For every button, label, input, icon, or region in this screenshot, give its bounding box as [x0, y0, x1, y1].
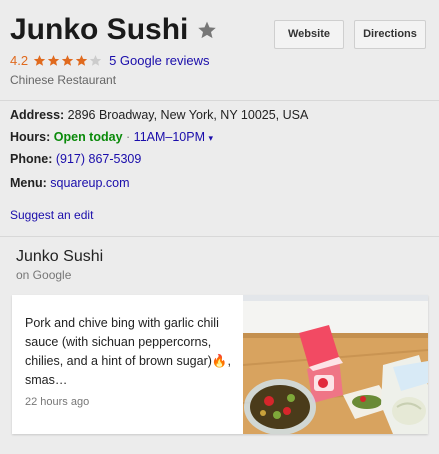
hours-label: Hours: — [10, 130, 51, 144]
star-empty-icon — [89, 55, 102, 66]
business-category: Chinese Restaurant — [10, 73, 117, 87]
menu-label: Menu: — [10, 176, 47, 190]
star-icon — [61, 55, 74, 66]
post-time: 22 hours ago — [25, 396, 90, 408]
star-icon — [33, 55, 46, 66]
menu-link[interactable]: squareup.com — [50, 176, 129, 190]
post-text: Pork and chive bing with garlic chili sa… — [25, 316, 231, 387]
rating-row: 4.2 5 Google reviews — [10, 53, 210, 68]
phone-label: Phone: — [10, 152, 53, 166]
title-row: Junko Sushi — [10, 12, 217, 48]
website-button[interactable]: Website — [274, 20, 344, 49]
hours-value: 11AM–10PM — [133, 130, 206, 144]
suggest-edit-link[interactable]: Suggest an edit — [10, 208, 93, 222]
post-source-title: Junko Sushi — [16, 248, 104, 265]
menu-row: Menu: squareup.com — [10, 176, 130, 190]
star-icon — [75, 55, 88, 66]
reviews-link[interactable]: 5 Google reviews — [109, 53, 209, 68]
phone-row: Phone: (917) 867-5309 — [10, 152, 141, 166]
phone-link[interactable]: (917) 867-5309 — [56, 152, 141, 166]
google-post-card[interactable]: Pork and chive bing with garlic chili sa… — [12, 295, 428, 434]
star-icon — [47, 55, 60, 66]
divider — [0, 236, 439, 237]
directions-button[interactable]: Directions — [354, 20, 426, 49]
address-row: Address: 2896 Broadway, New York, NY 100… — [10, 108, 308, 122]
address-label: Address: — [10, 108, 65, 122]
save-star-icon[interactable] — [197, 20, 217, 40]
hours-separator: · — [126, 130, 131, 144]
dropdown-arrow-icon: ▾ — [208, 133, 214, 143]
post-source-subtitle: on Google — [16, 268, 72, 282]
business-title: Junko Sushi — [10, 13, 189, 46]
address-value: 2896 Broadway, New York, NY 10025, USA — [67, 108, 309, 122]
post-photo[interactable] — [243, 295, 428, 434]
hours-status: Open today — [53, 130, 123, 144]
divider — [0, 100, 439, 101]
rating-value: 4.2 — [10, 53, 29, 68]
rating-stars — [33, 54, 103, 67]
hours-row: Hours: Open today · 11AM–10PM ▾ — [10, 130, 213, 144]
knowledge-panel: Junko Sushi Website Directions 4.2 5 Goo… — [0, 0, 439, 454]
hours-dropdown[interactable]: 11AM–10PM ▾ — [134, 130, 213, 144]
